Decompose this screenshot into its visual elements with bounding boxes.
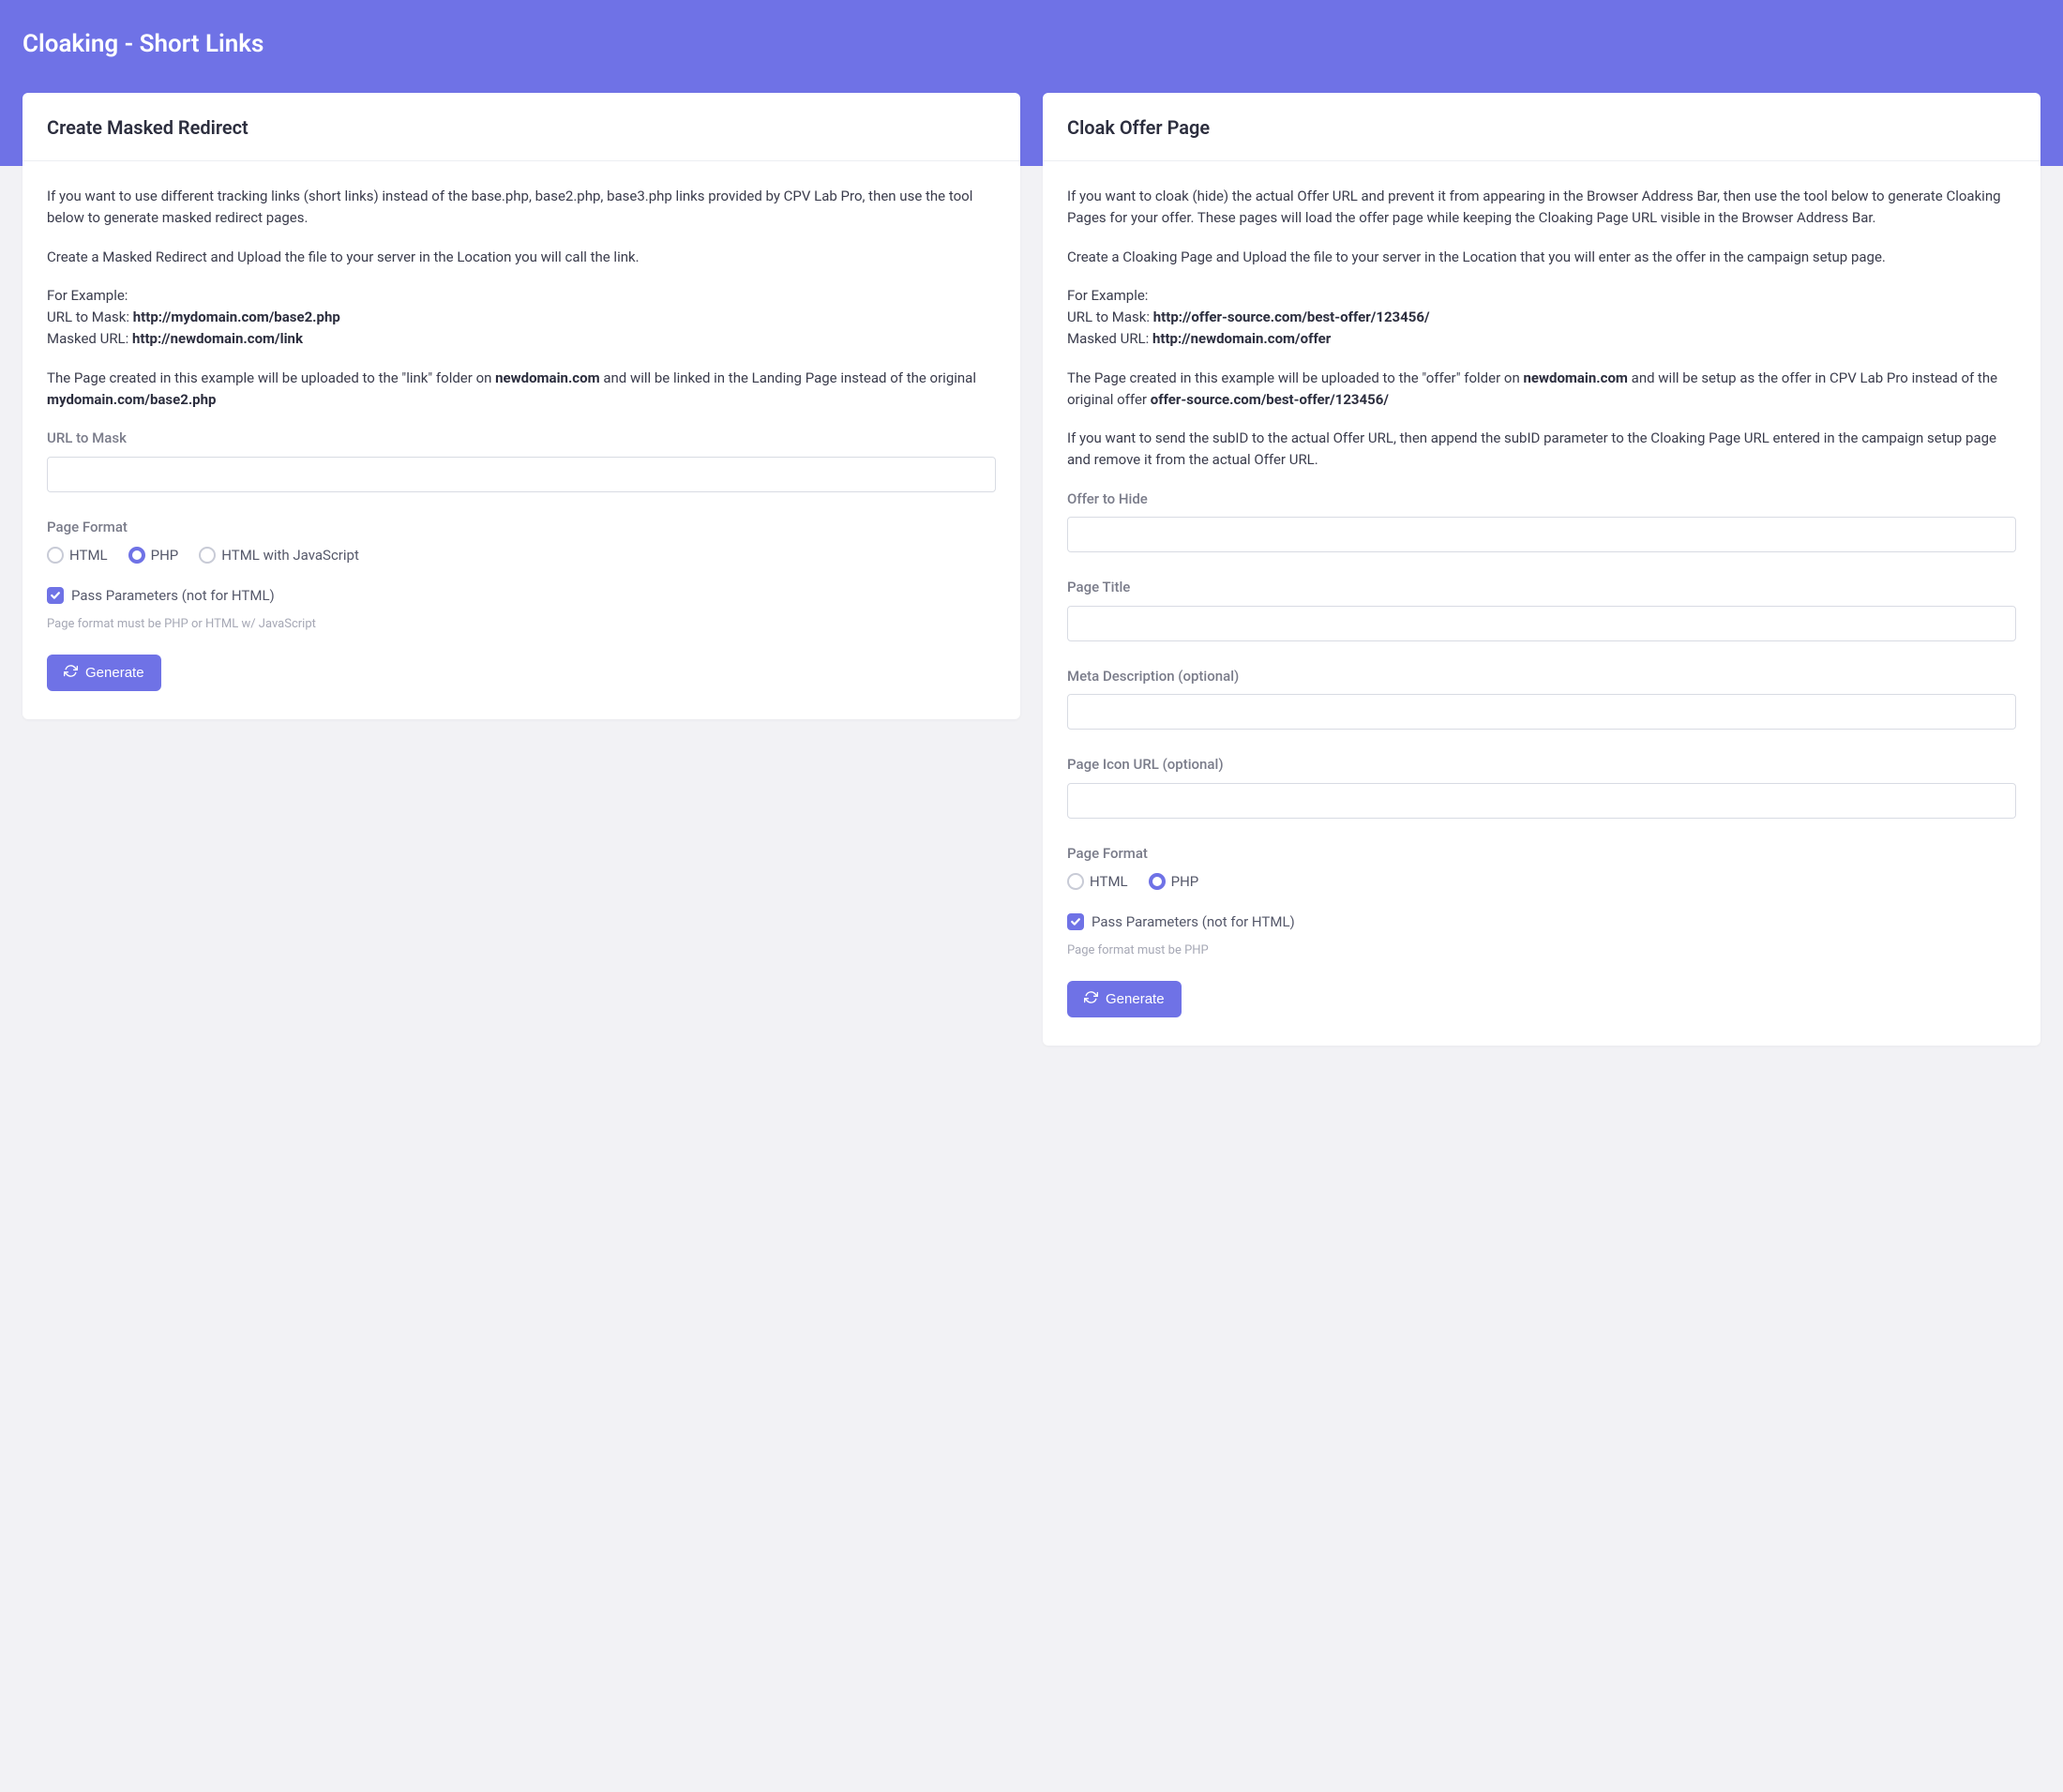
card-header: Cloak Offer Page (1043, 93, 2040, 161)
refresh-icon (1084, 990, 1098, 1008)
checkbox-pass-parameters[interactable]: Pass Parameters (not for HTML) (1067, 911, 2016, 933)
masked-url-value: http://newdomain.com/offer (1152, 330, 1331, 347)
radio-circle-icon (1067, 873, 1084, 890)
radio-html[interactable]: HTML (47, 545, 108, 566)
label-page-icon-url: Page Icon URL (optional) (1067, 754, 2016, 776)
refresh-icon (64, 664, 78, 682)
masked-url-label: Masked URL: (47, 330, 132, 347)
explain-b1: newdomain.com (495, 369, 599, 386)
explain-b1: newdomain.com (1523, 369, 1627, 386)
radio-php-label: PHP (151, 545, 179, 566)
cards-container: Create Masked Redirect If you want to us… (0, 93, 2063, 1083)
input-meta-description[interactable] (1067, 694, 2016, 730)
example-block: For Example: URL to Mask: http://mydomai… (47, 285, 996, 351)
radio-circle-icon (128, 547, 145, 564)
generate-button[interactable]: Generate (47, 655, 161, 691)
input-url-to-mask[interactable] (47, 457, 996, 492)
explain-block: The Page created in this example will be… (47, 368, 996, 412)
input-page-title[interactable] (1067, 606, 2016, 641)
subid-note: If you want to send the subID to the act… (1067, 428, 2016, 472)
label-page-format: Page Format (47, 517, 996, 538)
radio-html-js[interactable]: HTML with JavaScript (199, 545, 359, 566)
card-masked-redirect: Create Masked Redirect If you want to us… (23, 93, 1020, 719)
radio-circle-icon (47, 547, 64, 564)
card-cloak-offer: Cloak Offer Page If you want to cloak (h… (1043, 93, 2040, 1046)
example-label: For Example: (1067, 287, 1148, 304)
explain-block: The Page created in this example will be… (1067, 368, 2016, 412)
label-page-format: Page Format (1067, 843, 2016, 865)
url-to-mask-value: http://offer-source.com/best-offer/12345… (1153, 309, 1430, 325)
checkbox-pass-parameters[interactable]: Pass Parameters (not for HTML) (47, 585, 996, 607)
checkbox-pass-parameters-label: Pass Parameters (not for HTML) (1092, 911, 1295, 933)
checkmark-icon (47, 587, 64, 604)
card-body: If you want to cloak (hide) the actual O… (1043, 161, 2040, 1046)
generate-button[interactable]: Generate (1067, 981, 1182, 1017)
radio-group-page-format: HTML PHP HTML with JavaScript (47, 545, 996, 566)
url-to-mask-value: http://mydomain.com/base2.php (133, 309, 340, 325)
radio-html-js-label: HTML with JavaScript (221, 545, 359, 566)
input-offer-to-hide[interactable] (1067, 517, 2016, 552)
card-title: Create Masked Redirect (47, 113, 996, 142)
card-header: Create Masked Redirect (23, 93, 1020, 161)
url-to-mask-label: URL to Mask: (1067, 309, 1153, 325)
radio-html[interactable]: HTML (1067, 871, 1128, 893)
page-title: Cloaking - Short Links (23, 26, 2040, 63)
generate-button-label: Generate (85, 665, 144, 681)
radio-html-label: HTML (1090, 871, 1128, 893)
radio-php[interactable]: PHP (128, 545, 179, 566)
radio-circle-icon (1149, 873, 1166, 890)
label-page-title: Page Title (1067, 577, 2016, 598)
intro-text: If you want to use different tracking li… (47, 186, 996, 230)
generate-button-label: Generate (1106, 991, 1165, 1007)
label-meta-description: Meta Description (optional) (1067, 666, 2016, 687)
radio-php[interactable]: PHP (1149, 871, 1199, 893)
explain-mid: and will be linked in the Landing Page i… (600, 369, 976, 386)
page-format-hint: Page format must be PHP or HTML w/ JavaS… (47, 615, 996, 634)
page-format-hint: Page format must be PHP (1067, 941, 2016, 960)
masked-url-value: http://newdomain.com/link (132, 330, 303, 347)
explain-pre: The Page created in this example will be… (1067, 369, 1523, 386)
radio-php-label: PHP (1171, 871, 1199, 893)
radio-circle-icon (199, 547, 216, 564)
label-url-to-mask: URL to Mask (47, 428, 996, 449)
explain-b2: mydomain.com/base2.php (47, 391, 216, 408)
radio-html-label: HTML (69, 545, 108, 566)
example-block: For Example: URL to Mask: http://offer-s… (1067, 285, 2016, 351)
upload-note: Create a Masked Redirect and Upload the … (47, 247, 996, 268)
masked-url-label: Masked URL: (1067, 330, 1152, 347)
radio-group-page-format: HTML PHP (1067, 871, 2016, 893)
url-to-mask-label: URL to Mask: (47, 309, 133, 325)
example-label: For Example: (47, 287, 128, 304)
label-offer-to-hide: Offer to Hide (1067, 489, 2016, 510)
intro-text: If you want to cloak (hide) the actual O… (1067, 186, 2016, 230)
checkmark-icon (1067, 913, 1084, 930)
upload-note: Create a Cloaking Page and Upload the fi… (1067, 247, 2016, 268)
explain-pre: The Page created in this example will be… (47, 369, 495, 386)
input-page-icon-url[interactable] (1067, 783, 2016, 819)
explain-b2: offer-source.com/best-offer/123456/ (1151, 391, 1389, 408)
card-body: If you want to use different tracking li… (23, 161, 1020, 719)
checkbox-pass-parameters-label: Pass Parameters (not for HTML) (71, 585, 275, 607)
card-title: Cloak Offer Page (1067, 113, 2016, 142)
